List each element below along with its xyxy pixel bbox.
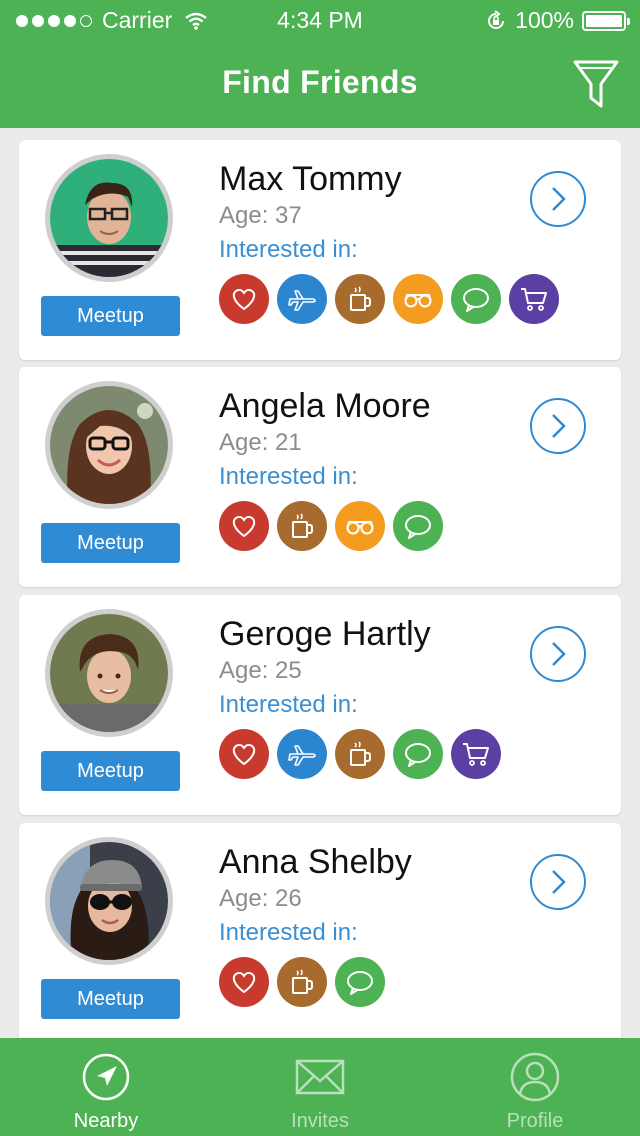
avatar <box>45 381 173 509</box>
meetup-button[interactable]: Meetup <box>41 751 180 791</box>
chevron-right-icon[interactable] <box>530 854 586 910</box>
interest-icons <box>219 957 385 1007</box>
chevron-right-icon[interactable] <box>530 626 586 682</box>
friends-list[interactable]: Meetup Max Tommy Age: 37 Interested in: <box>0 128 640 1038</box>
chat-bubble-icon <box>335 957 385 1007</box>
interest-label: Interested in: <box>219 919 358 946</box>
battery-percent: 100% <box>515 7 574 33</box>
shopping-cart-icon <box>509 274 559 324</box>
friend-name: Max Tommy <box>219 160 402 198</box>
location-arrow-icon <box>82 1053 130 1101</box>
friend-name: Anna Shelby <box>219 843 412 881</box>
avatar <box>45 609 173 737</box>
tab-bar: Nearby Invites Profile <box>0 1038 640 1136</box>
chat-bubble-icon <box>451 274 501 324</box>
tab-nearby[interactable]: Nearby <box>26 1038 186 1136</box>
friend-name: Angela Moore <box>219 387 431 425</box>
page-title: Find Friends <box>222 64 418 100</box>
friend-card[interactable]: Meetup Anna Shelby Age: 26 Interested in… <box>19 823 621 1038</box>
heart-icon <box>219 501 269 551</box>
heart-icon <box>219 274 269 324</box>
shopping-cart-icon <box>451 729 501 779</box>
glasses-icon <box>335 501 385 551</box>
tab-label: Profile <box>506 1110 564 1132</box>
chat-bubble-icon <box>393 729 443 779</box>
user-icon <box>510 1052 560 1102</box>
status-bar: Carrier 4:34 PM 100% <box>0 0 640 40</box>
rotation-lock-icon <box>488 9 505 29</box>
friend-card[interactable]: Meetup Max Tommy Age: 37 Interested in: <box>19 140 621 360</box>
interest-label: Interested in: <box>219 236 358 263</box>
envelope-icon <box>295 1059 345 1095</box>
interest-label: Interested in: <box>219 691 358 718</box>
status-right: 100% <box>485 7 630 34</box>
avatar <box>45 837 173 965</box>
friend-card[interactable]: Meetup Angela Moore Age: 21 Interested i… <box>19 367 621 587</box>
interest-icons <box>219 729 501 779</box>
friend-card[interactable]: Meetup Geroge Hartly Age: 25 Interested … <box>19 595 621 815</box>
tab-invites[interactable]: Invites <box>240 1038 400 1136</box>
tab-label: Nearby <box>73 1110 139 1132</box>
friend-age: Age: 25 <box>219 657 302 684</box>
filter-icon[interactable] <box>572 58 620 110</box>
heart-icon <box>219 729 269 779</box>
airplane-icon <box>277 729 327 779</box>
tab-profile[interactable]: Profile <box>455 1038 615 1136</box>
interest-icons <box>219 274 559 324</box>
battery-icon <box>582 10 630 31</box>
glasses-icon <box>393 274 443 324</box>
coffee-icon <box>277 501 327 551</box>
chevron-right-icon[interactable] <box>530 398 586 454</box>
avatar <box>45 154 173 282</box>
coffee-icon <box>335 729 385 779</box>
coffee-icon <box>277 957 327 1007</box>
coffee-icon <box>335 274 385 324</box>
airplane-icon <box>277 274 327 324</box>
chat-bubble-icon <box>393 501 443 551</box>
friend-name: Geroge Hartly <box>219 615 431 653</box>
meetup-button[interactable]: Meetup <box>41 523 180 563</box>
heart-icon <box>219 957 269 1007</box>
friend-age: Age: 21 <box>219 429 302 456</box>
tab-label: Invites <box>291 1110 349 1132</box>
header: Carrier 4:34 PM 100% Find Friends <box>0 0 640 128</box>
interest-icons <box>219 501 443 551</box>
chevron-right-icon[interactable] <box>530 171 586 227</box>
friend-age: Age: 26 <box>219 885 302 912</box>
friend-age: Age: 37 <box>219 202 302 229</box>
interest-label: Interested in: <box>219 463 358 490</box>
meetup-button[interactable]: Meetup <box>41 296 180 336</box>
meetup-button[interactable]: Meetup <box>41 979 180 1019</box>
